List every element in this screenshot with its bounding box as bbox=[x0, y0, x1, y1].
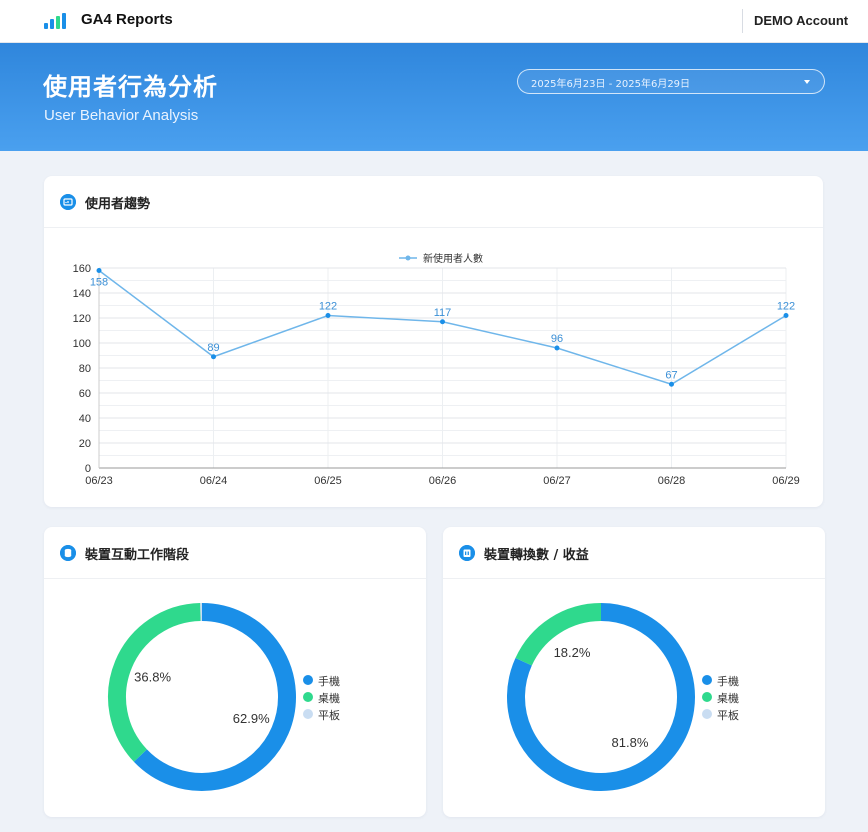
data-point bbox=[783, 313, 789, 318]
date-range-select[interactable]: 2025年6月23日 - 2025年6月29日 bbox=[517, 69, 825, 94]
y-tick-label: 80 bbox=[79, 363, 91, 375]
x-tick-label: 06/24 bbox=[200, 475, 228, 487]
slice-label: 62.9% bbox=[233, 711, 270, 726]
slice-label: 18.2% bbox=[554, 645, 591, 660]
x-tick-label: 06/28 bbox=[658, 475, 686, 487]
data-label: 89 bbox=[207, 342, 219, 354]
legend-label: 新使用者人數 bbox=[423, 252, 483, 265]
legend-label: 桌機 bbox=[717, 692, 739, 705]
legend-label: 手機 bbox=[717, 675, 739, 688]
y-tick-label: 20 bbox=[79, 438, 91, 450]
legend-label: 平板 bbox=[717, 709, 739, 722]
account-button[interactable]: DEMO Account bbox=[754, 13, 848, 28]
legend-swatch bbox=[702, 692, 712, 702]
date-range-value: 2025年6月23日 - 2025年6月29日 bbox=[531, 79, 691, 90]
y-tick-label: 60 bbox=[79, 388, 91, 400]
slice-label: 36.8% bbox=[134, 669, 171, 684]
data-point bbox=[669, 381, 674, 387]
legend-swatch bbox=[303, 675, 313, 685]
y-tick-label: 40 bbox=[79, 413, 91, 425]
legend-swatch bbox=[702, 675, 712, 685]
legend-marker bbox=[405, 255, 411, 261]
page-title: 使用者行為分析 bbox=[43, 73, 218, 101]
data-label: 67 bbox=[665, 369, 677, 381]
data-label: 96 bbox=[551, 333, 563, 345]
chevron-down-icon bbox=[804, 80, 810, 84]
device-sessions-card: 裝置互動工作階段 62.9% 36.8% 手機 桌機 平板 bbox=[44, 527, 426, 817]
bar-chart-logo-icon bbox=[44, 13, 66, 29]
data-label: 117 bbox=[434, 307, 452, 319]
y-tick-label: 160 bbox=[73, 263, 91, 275]
legend-label: 手機 bbox=[318, 675, 340, 688]
x-tick-label: 06/29 bbox=[772, 475, 800, 487]
device-sessions-donut-chart: 62.9% 36.8% bbox=[108, 603, 296, 791]
user-trend-line-chart: 0 20 40 60 80 100 120 140 160 06/23 06/24 06/25 06/2… bbox=[73, 252, 800, 487]
user-trend-card: 使用者趨勢 0 20 40 60 80 100 120 140 160 06/23 06/24 06/… bbox=[44, 176, 823, 507]
data-label: 122 bbox=[319, 301, 337, 313]
top-bar: GA4 Reports DEMO Account bbox=[0, 0, 868, 43]
data-point bbox=[554, 345, 560, 351]
x-tick-label: 06/26 bbox=[429, 475, 457, 487]
y-tick-label: 0 bbox=[85, 463, 91, 475]
legend-swatch bbox=[702, 709, 712, 719]
page-subtitle: User Behavior Analysis bbox=[44, 107, 199, 124]
x-tick-label: 06/23 bbox=[85, 475, 113, 487]
x-tick-label: 06/27 bbox=[543, 475, 571, 487]
legend-swatch bbox=[303, 709, 313, 719]
legend-label: 平板 bbox=[318, 709, 340, 722]
x-tick-label: 06/25 bbox=[314, 475, 342, 487]
pie-slice bbox=[133, 603, 296, 791]
y-tick-label: 140 bbox=[73, 288, 91, 300]
data-label: 122 bbox=[777, 301, 795, 313]
slice-label: 81.8% bbox=[612, 735, 649, 750]
page-header: 使用者行為分析 User Behavior Analysis 2025年6月23… bbox=[0, 43, 868, 151]
device-conversion-card: 裝置轉換數 / 收益 81.8% 18.2% 手機 桌機 平板 bbox=[443, 527, 825, 817]
legend-swatch bbox=[303, 692, 313, 702]
device-conversion-donut-chart: 81.8% 18.2% bbox=[507, 603, 695, 791]
app-title: GA4 Reports bbox=[81, 11, 173, 28]
data-point bbox=[325, 313, 331, 318]
data-point bbox=[211, 354, 216, 360]
data-point bbox=[96, 268, 102, 273]
data-point bbox=[440, 319, 445, 325]
account-divider bbox=[742, 9, 743, 33]
y-tick-label: 100 bbox=[73, 338, 91, 350]
legend-label: 桌機 bbox=[318, 692, 340, 705]
y-tick-label: 120 bbox=[73, 313, 91, 325]
data-label: 158 bbox=[90, 277, 108, 289]
